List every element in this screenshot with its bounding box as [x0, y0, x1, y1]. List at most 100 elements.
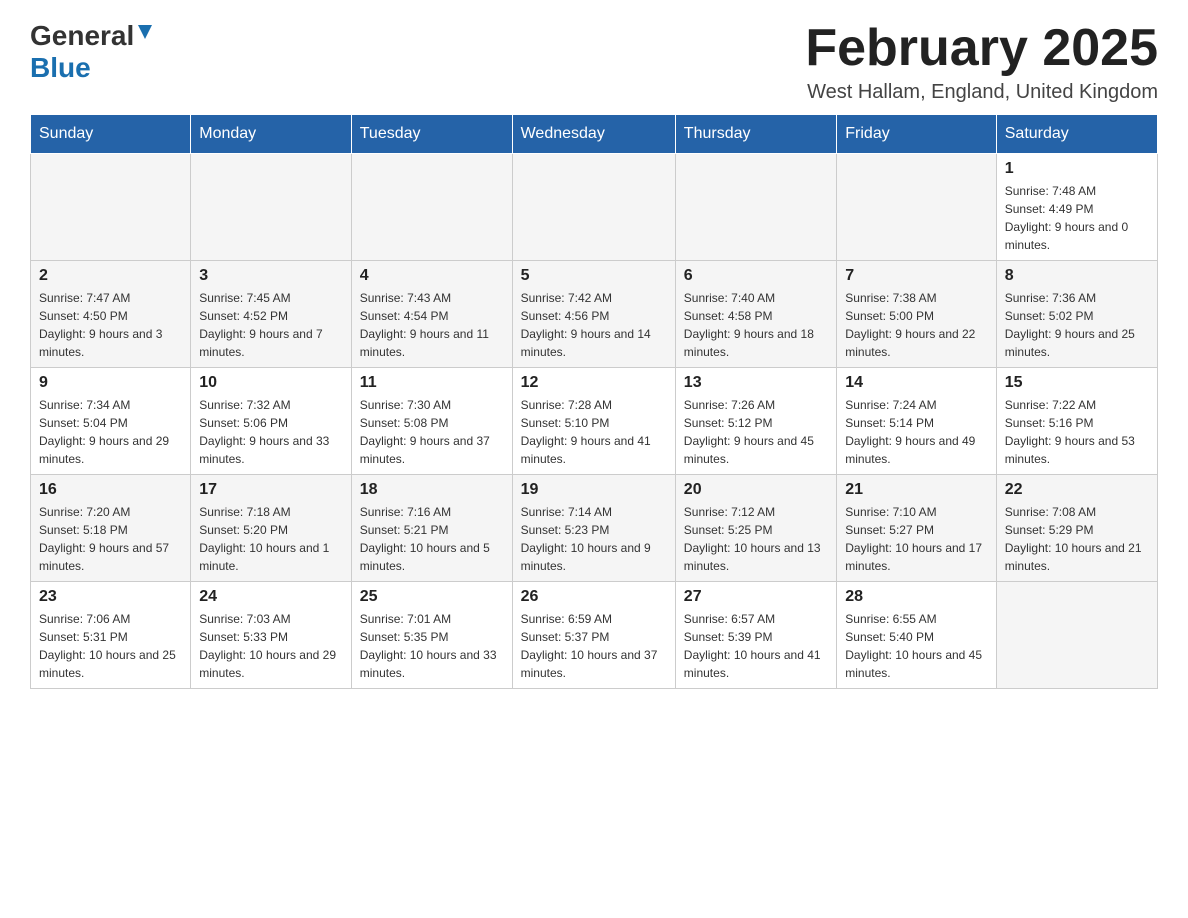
day-number: 16	[39, 481, 182, 499]
calendar-cell: 26 Sunrise: 6:59 AMSunset: 5:37 PMDayligh…	[512, 582, 675, 689]
calendar-header-sunday: Sunday	[31, 115, 191, 154]
calendar-cell: 20 Sunrise: 7:12 AMSunset: 5:25 PMDayligh…	[675, 475, 836, 582]
day-number: 12	[521, 374, 667, 392]
day-number: 23	[39, 588, 182, 606]
day-info: Sunrise: 7:22 AMSunset: 5:16 PMDaylight:…	[1005, 396, 1149, 468]
calendar-cell: 18 Sunrise: 7:16 AMSunset: 5:21 PMDayligh…	[351, 475, 512, 582]
calendar-cell: 13 Sunrise: 7:26 AMSunset: 5:12 PMDayligh…	[675, 368, 836, 475]
calendar-week-row: 23 Sunrise: 7:06 AMSunset: 5:31 PMDayligh…	[31, 582, 1158, 689]
calendar-cell	[351, 154, 512, 261]
day-number: 22	[1005, 481, 1149, 499]
calendar-cell: 16 Sunrise: 7:20 AMSunset: 5:18 PMDayligh…	[31, 475, 191, 582]
calendar-cell: 19Sunrise: 7:14 AMSunset: 5:23 PMDayligh…	[512, 475, 675, 582]
logo-arrow-icon	[134, 21, 156, 48]
day-number: 28	[845, 588, 987, 606]
day-info: Sunrise: 7:34 AMSunset: 5:04 PMDaylight:…	[39, 396, 182, 468]
day-number: 26	[521, 588, 667, 606]
logo-blue-text: Blue	[30, 52, 91, 84]
calendar-cell	[31, 154, 191, 261]
day-info: Sunrise: 7:03 AMSunset: 5:33 PMDaylight:…	[199, 610, 343, 682]
day-info: Sunrise: 7:30 AMSunset: 5:08 PMDaylight:…	[360, 396, 504, 468]
calendar-week-row: 1Sunrise: 7:48 AMSunset: 4:49 PMDaylight…	[31, 154, 1158, 261]
day-info: Sunrise: 7:48 AMSunset: 4:49 PMDaylight:…	[1005, 182, 1149, 254]
day-info: Sunrise: 7:43 AMSunset: 4:54 PMDaylight:…	[360, 289, 504, 361]
calendar-week-row: 2 Sunrise: 7:47 AMSunset: 4:50 PMDaylight…	[31, 261, 1158, 368]
calendar-header-thursday: Thursday	[675, 115, 836, 154]
day-number: 3	[199, 267, 343, 285]
calendar-cell	[837, 154, 996, 261]
day-number: 25	[360, 588, 504, 606]
calendar-cell	[191, 154, 352, 261]
calendar-week-row: 9 Sunrise: 7:34 AMSunset: 5:04 PMDaylight…	[31, 368, 1158, 475]
day-number: 2	[39, 267, 182, 285]
day-info: Sunrise: 7:26 AMSunset: 5:12 PMDaylight:…	[684, 396, 828, 468]
day-number: 17	[199, 481, 343, 499]
calendar-cell	[996, 582, 1157, 689]
day-number: 15	[1005, 374, 1149, 392]
calendar-cell: 2 Sunrise: 7:47 AMSunset: 4:50 PMDaylight…	[31, 261, 191, 368]
calendar-cell: 22 Sunrise: 7:08 AMSunset: 5:29 PMDayligh…	[996, 475, 1157, 582]
calendar-cell: 12 Sunrise: 7:28 AMSunset: 5:10 PMDayligh…	[512, 368, 675, 475]
day-number: 5	[521, 267, 667, 285]
day-info: Sunrise: 7:42 AMSunset: 4:56 PMDaylight:…	[521, 289, 667, 361]
calendar-table: SundayMondayTuesdayWednesdayThursdayFrid…	[30, 114, 1158, 689]
day-info: Sunrise: 7:08 AMSunset: 5:29 PMDaylight:…	[1005, 503, 1149, 575]
day-info: Sunrise: 7:16 AMSunset: 5:21 PMDaylight:…	[360, 503, 504, 575]
calendar-cell	[675, 154, 836, 261]
logo: General Blue	[30, 20, 156, 84]
calendar-header-wednesday: Wednesday	[512, 115, 675, 154]
day-info: Sunrise: 7:32 AMSunset: 5:06 PMDaylight:…	[199, 396, 343, 468]
calendar-header-tuesday: Tuesday	[351, 115, 512, 154]
day-info: Sunrise: 6:59 AMSunset: 5:37 PMDaylight:…	[521, 610, 667, 682]
location-text: West Hallam, England, United Kingdom	[805, 81, 1158, 104]
calendar-cell: 21 Sunrise: 7:10 AMSunset: 5:27 PMDayligh…	[837, 475, 996, 582]
calendar-cell: 24 Sunrise: 7:03 AMSunset: 5:33 PMDayligh…	[191, 582, 352, 689]
day-info: Sunrise: 7:14 AMSunset: 5:23 PMDaylight:…	[521, 503, 667, 575]
day-number: 13	[684, 374, 828, 392]
calendar-cell: 28 Sunrise: 6:55 AMSunset: 5:40 PMDayligh…	[837, 582, 996, 689]
day-number: 8	[1005, 267, 1149, 285]
calendar-cell: 4 Sunrise: 7:43 AMSunset: 4:54 PMDaylight…	[351, 261, 512, 368]
day-number: 9	[39, 374, 182, 392]
day-info: Sunrise: 7:10 AMSunset: 5:27 PMDaylight:…	[845, 503, 987, 575]
calendar-cell: 11Sunrise: 7:30 AMSunset: 5:08 PMDayligh…	[351, 368, 512, 475]
day-info: Sunrise: 7:38 AMSunset: 5:00 PMDaylight:…	[845, 289, 987, 361]
month-title: February 2025	[805, 20, 1158, 77]
day-info: Sunrise: 7:12 AMSunset: 5:25 PMDaylight:…	[684, 503, 828, 575]
day-info: Sunrise: 7:18 AMSunset: 5:20 PMDaylight:…	[199, 503, 343, 575]
calendar-cell: 1Sunrise: 7:48 AMSunset: 4:49 PMDaylight…	[996, 154, 1157, 261]
day-info: Sunrise: 7:06 AMSunset: 5:31 PMDaylight:…	[39, 610, 182, 682]
day-number: 10	[199, 374, 343, 392]
day-number: 20	[684, 481, 828, 499]
page-header: General Blue February 2025 West Hallam, …	[30, 20, 1158, 104]
day-info: Sunrise: 7:40 AMSunset: 4:58 PMDaylight:…	[684, 289, 828, 361]
logo-general-text: General	[30, 20, 134, 52]
calendar-cell: 14 Sunrise: 7:24 AMSunset: 5:14 PMDayligh…	[837, 368, 996, 475]
day-number: 18	[360, 481, 504, 499]
day-number: 7	[845, 267, 987, 285]
calendar-cell: 17 Sunrise: 7:18 AMSunset: 5:20 PMDayligh…	[191, 475, 352, 582]
day-info: Sunrise: 7:20 AMSunset: 5:18 PMDaylight:…	[39, 503, 182, 575]
day-number: 14	[845, 374, 987, 392]
calendar-cell: 9 Sunrise: 7:34 AMSunset: 5:04 PMDaylight…	[31, 368, 191, 475]
day-info: Sunrise: 7:24 AMSunset: 5:14 PMDaylight:…	[845, 396, 987, 468]
calendar-cell: 8 Sunrise: 7:36 AMSunset: 5:02 PMDaylight…	[996, 261, 1157, 368]
day-info: Sunrise: 7:45 AMSunset: 4:52 PMDaylight:…	[199, 289, 343, 361]
day-info: Sunrise: 6:55 AMSunset: 5:40 PMDaylight:…	[845, 610, 987, 682]
calendar-week-row: 16 Sunrise: 7:20 AMSunset: 5:18 PMDayligh…	[31, 475, 1158, 582]
day-number: 4	[360, 267, 504, 285]
calendar-cell: 7 Sunrise: 7:38 AMSunset: 5:00 PMDaylight…	[837, 261, 996, 368]
calendar-cell: 23 Sunrise: 7:06 AMSunset: 5:31 PMDayligh…	[31, 582, 191, 689]
calendar-cell: 10 Sunrise: 7:32 AMSunset: 5:06 PMDayligh…	[191, 368, 352, 475]
calendar-cell: 15 Sunrise: 7:22 AMSunset: 5:16 PMDayligh…	[996, 368, 1157, 475]
calendar-cell: 3 Sunrise: 7:45 AMSunset: 4:52 PMDaylight…	[191, 261, 352, 368]
day-number: 6	[684, 267, 828, 285]
day-info: Sunrise: 7:36 AMSunset: 5:02 PMDaylight:…	[1005, 289, 1149, 361]
day-number: 24	[199, 588, 343, 606]
day-info: Sunrise: 6:57 AMSunset: 5:39 PMDaylight:…	[684, 610, 828, 682]
day-info: Sunrise: 7:01 AMSunset: 5:35 PMDaylight:…	[360, 610, 504, 682]
day-number: 21	[845, 481, 987, 499]
day-info: Sunrise: 7:47 AMSunset: 4:50 PMDaylight:…	[39, 289, 182, 361]
calendar-cell: 5 Sunrise: 7:42 AMSunset: 4:56 PMDaylight…	[512, 261, 675, 368]
day-info: Sunrise: 7:28 AMSunset: 5:10 PMDaylight:…	[521, 396, 667, 468]
